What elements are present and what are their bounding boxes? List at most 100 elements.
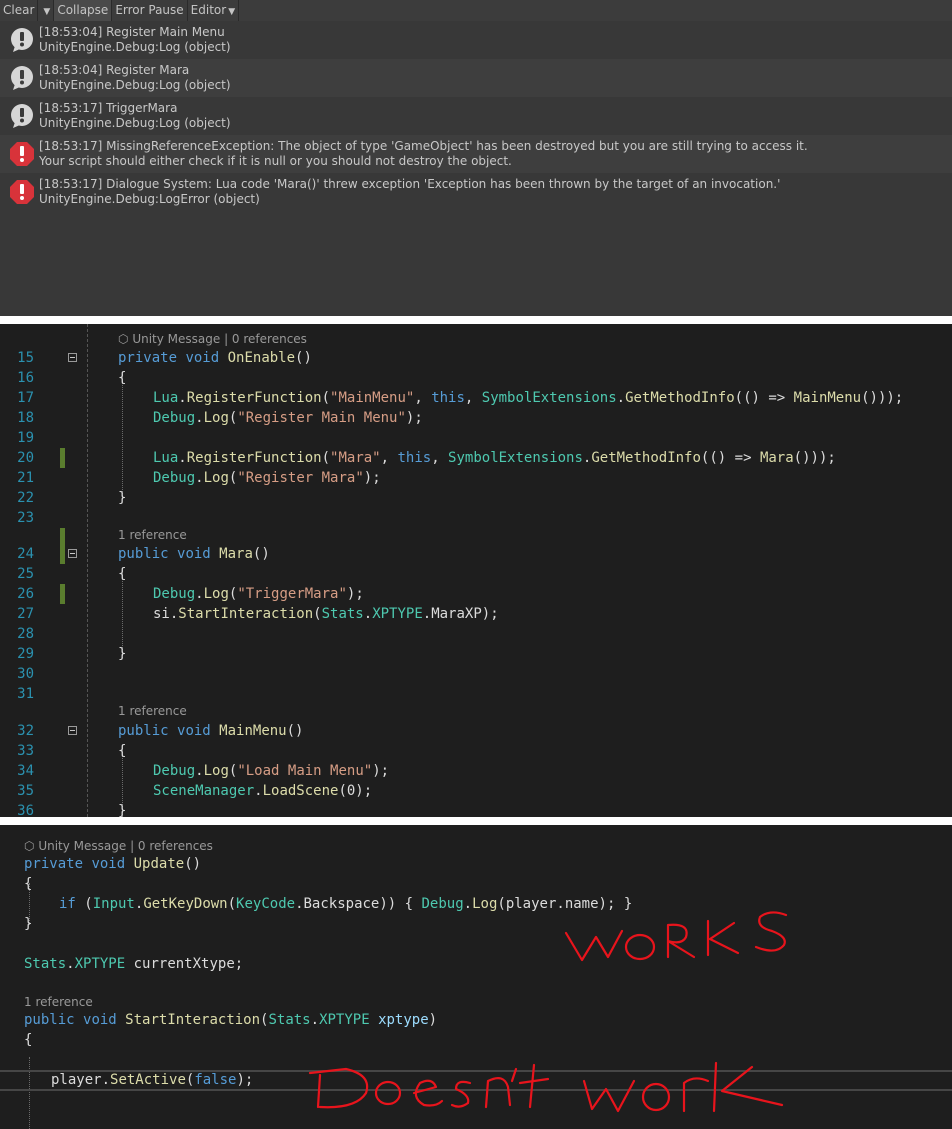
line-number: 24 (17, 546, 34, 562)
clear-label: Clear (3, 3, 35, 17)
log-stacktrace: UnityEngine.Debug:Log (object) (39, 116, 231, 130)
unity-console-panel: Clear ▼ Collapse Error Pause Editor ▼ [18… (0, 0, 952, 316)
code-line: public void MainMenu() (118, 723, 304, 739)
editor-dropdown[interactable]: Editor ▼ (188, 0, 240, 21)
unity-cube-icon: ⬡ (118, 332, 129, 346)
log-message: [18:53:17] MissingReferenceException: Th… (39, 139, 808, 153)
line-number: 23 (17, 510, 34, 526)
line-number: 35 (17, 783, 34, 799)
change-marker (60, 448, 65, 468)
error-pause-toggle[interactable]: Error Pause (112, 0, 188, 21)
error-pause-label: Error Pause (115, 3, 184, 17)
line-number: 19 (17, 430, 34, 446)
code-line: } (118, 490, 127, 506)
divider (0, 817, 952, 825)
code-line: private void OnEnable() (118, 350, 312, 366)
divider (0, 316, 952, 324)
log-stacktrace: Your script should either check if it is… (39, 154, 512, 168)
line-number: 32 (17, 723, 34, 739)
line-number: 34 (17, 763, 34, 779)
codelens[interactable]: ⬡ Unity Message | 0 references (24, 839, 213, 853)
codelens-references[interactable]: 1 reference (118, 704, 187, 718)
exclamation-bubble-icon (11, 104, 33, 128)
exclamation-bubble-icon (11, 28, 33, 52)
line-number: 20 (17, 450, 34, 466)
code-line: { (118, 566, 127, 582)
code-line: } (118, 803, 127, 817)
log-stacktrace: UnityEngine.Debug:LogError (object) (39, 192, 260, 206)
code-line: Debug.Log("Register Mara"); (153, 470, 381, 486)
codelens-unity-message: Unity Message (38, 839, 127, 853)
line-number: 18 (17, 410, 34, 426)
clear-button[interactable]: Clear (0, 0, 39, 21)
codelens-references: 0 references (137, 839, 213, 853)
line-number: 29 (17, 646, 34, 662)
editor-label: Editor (190, 3, 227, 17)
exclamation-bubble-icon (11, 66, 33, 90)
chevron-down-icon: ▼ (43, 7, 51, 17)
console-toolbar: Clear ▼ Collapse Error Pause Editor ▼ (0, 0, 952, 22)
log-message: [18:53:17] TriggerMara (39, 101, 178, 115)
collapse-label: Collapse (57, 3, 109, 17)
codelens-references[interactable]: 1 reference (24, 995, 93, 1009)
console-log-entry[interactable]: [18:53:17] TriggerMara UnityEngine.Debug… (0, 97, 952, 135)
line-number: 33 (17, 743, 34, 759)
code-line: } (24, 916, 33, 932)
code-line: private void Update() (24, 856, 202, 872)
line-number: 27 (17, 606, 34, 622)
line-number: 30 (17, 666, 34, 682)
log-message: [18:53:04] Register Main Menu (39, 25, 225, 39)
codelens-unity-message: Unity Message (132, 332, 221, 346)
log-stacktrace: UnityEngine.Debug:Log (object) (39, 78, 231, 92)
console-log-entry[interactable]: [18:53:04] Register Mara UnityEngine.Deb… (0, 59, 952, 97)
line-number: 14 (0, 324, 34, 330)
code-line: player.SetActive(false); (51, 1072, 254, 1088)
chevron-down-icon: ▼ (228, 7, 236, 17)
codelens-references[interactable]: 1 reference (118, 528, 187, 542)
code-line: { (24, 876, 33, 892)
code-line: Debug.Log("TriggerMara"); (153, 586, 364, 602)
line-number: 22 (17, 490, 34, 506)
console-log-entry[interactable]: [18:53:17] MissingReferenceException: Th… (0, 135, 952, 173)
code-editor-top[interactable]: 14 15 16 17 18 19 20 21 22 23 24 25 26 2… (0, 324, 952, 817)
code-line: Lua.RegisterFunction("MainMenu", this, S… (153, 390, 904, 406)
log-stacktrace: UnityEngine.Debug:Log (object) (39, 40, 231, 54)
code-line: { (118, 370, 127, 386)
code-line: { (118, 743, 127, 759)
collapse-region-icon[interactable] (68, 353, 77, 362)
code-line: if (Input.GetKeyDown(KeyCode.Backspace))… (59, 896, 633, 912)
indent-guide (87, 324, 88, 817)
error-stop-icon (10, 180, 34, 204)
code-line: si.StartInteraction(Stats.XPTYPE.MaraXP)… (153, 606, 499, 622)
code-editor-bottom[interactable]: ⬡ Unity Message | 0 references 1 referen… (0, 825, 952, 1129)
line-number: 36 (17, 803, 34, 817)
line-number: 15 (17, 350, 34, 366)
code-line: Debug.Log("Register Main Menu"); (153, 410, 423, 426)
code-line: Stats.XPTYPE currentXtype; (24, 956, 244, 972)
line-number: 31 (17, 686, 34, 702)
line-number: 21 (17, 470, 34, 486)
console-log-entry[interactable]: [18:53:04] Register Main Menu UnityEngin… (0, 21, 952, 59)
code-line: } (118, 646, 127, 662)
code-line: SceneManager.LoadScene(0); (153, 783, 373, 799)
indent-guide (122, 374, 123, 498)
line-number: 17 (17, 390, 34, 406)
code-line: public void StartInteraction(Stats.XPTYP… (24, 1012, 438, 1028)
collapse-toggle[interactable]: Collapse (54, 0, 113, 21)
code-line: Lua.RegisterFunction("Mara", this, Symbo… (153, 450, 836, 466)
codelens-references: 0 references (231, 332, 307, 346)
unity-cube-icon: ⬡ (24, 839, 35, 853)
clear-options-dropdown[interactable]: ▼ (38, 0, 55, 21)
collapse-region-icon[interactable] (68, 549, 77, 558)
indent-guide (29, 1057, 30, 1129)
line-number: 16 (17, 370, 34, 386)
change-marker (60, 528, 65, 564)
codelens[interactable]: ⬡ Unity Message | 0 references (118, 332, 307, 346)
code-line: Debug.Log("Load Main Menu"); (153, 763, 390, 779)
change-marker (60, 584, 65, 604)
console-log-entry[interactable]: [18:53:17] Dialogue System: Lua code 'Ma… (0, 173, 952, 211)
error-stop-icon (10, 142, 34, 166)
collapse-region-icon[interactable] (68, 726, 77, 735)
line-number: 28 (17, 626, 34, 642)
line-number: 25 (17, 566, 34, 582)
